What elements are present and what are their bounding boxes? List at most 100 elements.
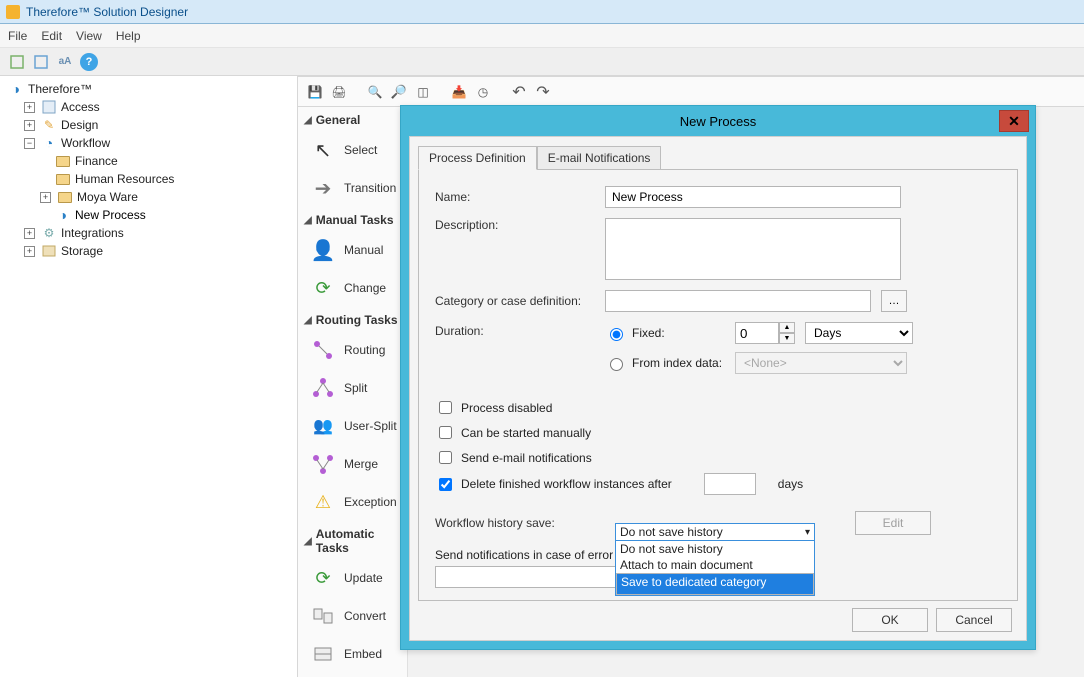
tree-hr-label: Human Resources — [75, 172, 174, 186]
expand-icon[interactable]: + — [40, 192, 51, 203]
integrations-icon: ⚙ — [41, 225, 57, 241]
tree-hr[interactable]: Human Resources — [40, 170, 297, 188]
palette-change[interactable]: ⟳ Change — [298, 269, 407, 307]
tree-finance-label: Finance — [75, 154, 118, 168]
dropdown-option-attach[interactable]: Attach to main document — [616, 557, 814, 573]
dropdown-option-dedicated[interactable]: Save to dedicated category — [616, 573, 814, 595]
tree-integrations[interactable]: + ⚙ Integrations — [24, 224, 297, 242]
navigation-tree: ◑ Therefore™ + Access + ✎ Design — [0, 76, 298, 677]
chk-start-manually[interactable] — [439, 426, 452, 439]
category-browse-button[interactable]: … — [881, 290, 907, 312]
spin-down-button[interactable]: ▼ — [779, 333, 795, 344]
palette-transition[interactable]: ➔ Transition — [298, 169, 407, 207]
tree-finance[interactable]: Finance — [40, 152, 297, 170]
tree-integrations-label: Integrations — [61, 226, 124, 240]
palette-usersplit[interactable]: 👥 User-Split — [298, 407, 407, 445]
palette-section-auto[interactable]: ◢ Automatic Tasks — [298, 521, 407, 559]
person-icon: 👤 — [310, 237, 336, 263]
chk-send-email[interactable] — [439, 451, 452, 464]
zoom-in-icon[interactable]: 🔍 — [366, 83, 384, 101]
radio-index[interactable] — [610, 358, 623, 371]
item-label: Update — [344, 571, 383, 585]
days-label: days — [778, 477, 803, 491]
menu-view[interactable]: View — [76, 29, 102, 43]
tree-moya[interactable]: + Moya Ware — [40, 188, 297, 206]
redo-icon[interactable]: ↷ — [534, 83, 552, 101]
chevron-down-icon: ▾ — [805, 527, 810, 538]
tree-design[interactable]: + ✎ Design — [24, 116, 297, 134]
radio-fixed-wrap[interactable]: Fixed: — [605, 325, 725, 341]
palette-section-general[interactable]: ◢ General — [298, 107, 407, 131]
menu-edit[interactable]: Edit — [41, 29, 62, 43]
palette-routing[interactable]: Routing — [298, 331, 407, 369]
cancel-button[interactable]: Cancel — [936, 608, 1012, 632]
clock-icon[interactable]: ◷ — [474, 83, 492, 101]
section-label: Routing Tasks — [316, 313, 398, 327]
delete-days-input[interactable] — [704, 473, 756, 495]
print-icon[interactable]: 🖨 — [330, 83, 348, 101]
expand-icon[interactable]: + — [24, 120, 35, 131]
chk-label-email: Send e-mail notifications — [461, 451, 592, 465]
fit-icon[interactable]: ◫ — [414, 83, 432, 101]
radio-fixed[interactable] — [610, 328, 623, 341]
palette-manual[interactable]: 👤 Manual — [298, 231, 407, 269]
expand-icon[interactable]: + — [24, 228, 35, 239]
tree-storage-label: Storage — [61, 244, 103, 258]
palette-exception[interactable]: ⚠ Exception — [298, 483, 407, 521]
dropdown-option-nohistory[interactable]: Do not save history — [616, 541, 814, 557]
undo-icon[interactable]: ↶ — [510, 83, 528, 101]
caret-icon: ◢ — [304, 115, 312, 126]
duration-value-input[interactable] — [735, 322, 779, 344]
help-icon[interactable]: ? — [80, 53, 98, 71]
tree-newprocess[interactable]: ◑ New Process — [40, 206, 297, 224]
tree-root[interactable]: ◑ Therefore™ — [8, 80, 297, 98]
palette-select[interactable]: ↖ Select — [298, 131, 407, 169]
palette-update[interactable]: ⟳ Update — [298, 559, 407, 597]
app-toolbar: aA ? — [0, 48, 1084, 76]
tab-process-definition[interactable]: Process Definition — [418, 146, 537, 170]
toolbar-icon-2[interactable] — [32, 53, 50, 71]
palette-convert[interactable]: Convert — [298, 597, 407, 635]
process-icon: ◑ — [55, 207, 71, 223]
tree-design-label: Design — [61, 118, 98, 132]
save-icon[interactable]: 💾 — [306, 83, 324, 101]
expand-icon[interactable]: + — [24, 246, 35, 257]
radio-index-wrap[interactable]: From index data: — [605, 355, 725, 371]
dialog-titlebar[interactable]: New Process ✕ — [401, 106, 1035, 136]
history-save-dropdown[interactable]: Do not save history ▾ Do not save histor… — [615, 523, 815, 596]
collapse-icon[interactable]: − — [24, 138, 35, 149]
palette-split[interactable]: Split — [298, 369, 407, 407]
tree-storage[interactable]: + Storage — [24, 242, 297, 260]
item-label: Convert — [344, 609, 386, 623]
toolbar-icon-1[interactable] — [8, 53, 26, 71]
folder-icon — [55, 171, 71, 187]
label-description: Description: — [435, 218, 595, 232]
palette-merge[interactable]: Merge — [298, 445, 407, 483]
palette-embed[interactable]: Embed — [298, 635, 407, 673]
toolbar-icon-3[interactable]: aA — [56, 53, 74, 71]
label-duration: Duration: — [435, 322, 595, 338]
menu-help[interactable]: Help — [116, 29, 141, 43]
description-textarea[interactable] — [605, 218, 901, 280]
tree-root-label: Therefore™ — [28, 82, 92, 96]
tab-email-notifications[interactable]: E-mail Notifications — [537, 146, 662, 170]
app-logo-icon — [6, 5, 20, 19]
duration-unit-select[interactable]: Days — [805, 322, 913, 344]
expand-icon[interactable]: + — [24, 102, 35, 113]
tree-workflow[interactable]: − ◔ Workflow — [24, 134, 297, 152]
chk-process-disabled[interactable] — [439, 401, 452, 414]
menu-file[interactable]: File — [8, 29, 27, 43]
spin-up-button[interactable]: ▲ — [779, 322, 795, 333]
label-category: Category or case definition: — [435, 294, 595, 308]
palette-section-manual[interactable]: ◢ Manual Tasks — [298, 207, 407, 231]
palette-section-routing[interactable]: ◢ Routing Tasks — [298, 307, 407, 331]
import-icon[interactable]: 📥 — [450, 83, 468, 101]
tree-access[interactable]: + Access — [24, 98, 297, 116]
category-input[interactable] — [605, 290, 871, 312]
close-button[interactable]: ✕ — [999, 110, 1029, 132]
name-input[interactable] — [605, 186, 901, 208]
zoom-out-icon[interactable]: 🔎 — [390, 83, 408, 101]
ok-button[interactable]: OK — [852, 608, 928, 632]
chk-delete-finished[interactable] — [439, 478, 452, 491]
item-label: Transition — [344, 181, 396, 195]
